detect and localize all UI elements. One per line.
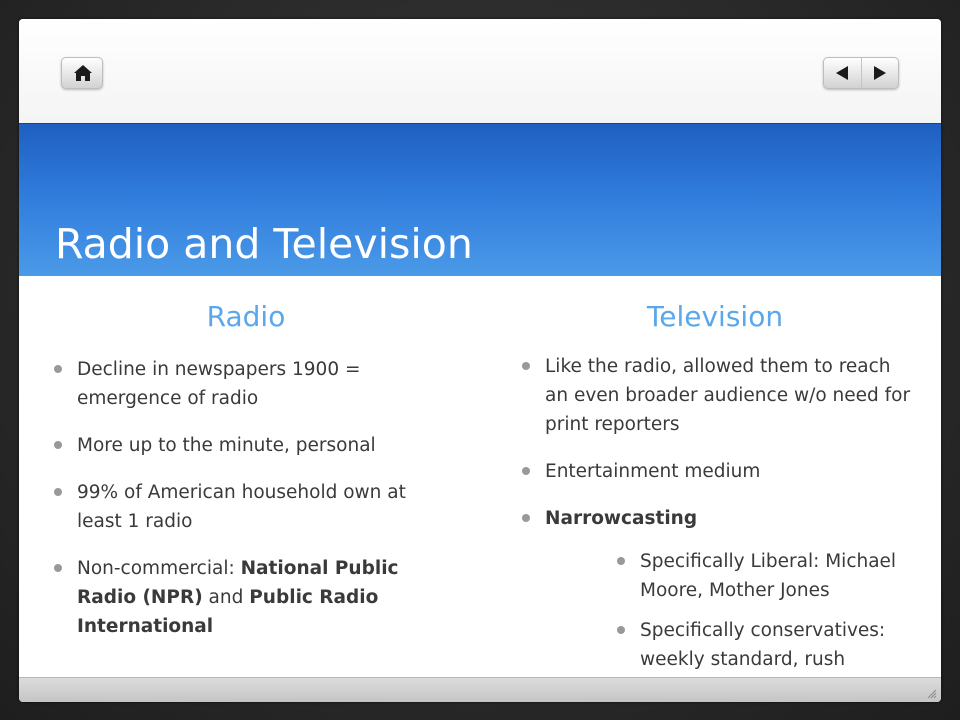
bottom-bar — [19, 677, 941, 702]
list-item: Entertainment medium — [521, 457, 911, 486]
slide: Radio and Television Radio Television De… — [19, 19, 941, 702]
list-item-text: Entertainment medium — [545, 461, 761, 482]
list-item: More up to the minute, personal — [53, 431, 425, 460]
list-item: Like the radio, allowed them to reach an… — [521, 352, 911, 439]
next-slide-button[interactable] — [860, 58, 899, 88]
previous-slide-button[interactable] — [824, 58, 861, 88]
list-item-text: More up to the minute, personal — [77, 435, 376, 456]
television-bullet-list: Like the radio, allowed them to reach an… — [521, 352, 911, 551]
list-item-text: 99% of American household own at least 1… — [77, 482, 406, 532]
list-item-mid: and — [202, 587, 250, 608]
arrow-left-icon — [836, 66, 848, 80]
navigation-arrows — [823, 57, 899, 89]
list-item-prefix: Non-commercial: — [77, 558, 241, 579]
title-band: Radio and Television — [19, 123, 941, 276]
list-item: Decline in newspapers 1900 = emergence o… — [53, 355, 425, 413]
sub-list-item-text: Specifically Liberal: Michael Moore, Mot… — [640, 551, 897, 601]
list-item-text: Like the radio, allowed them to reach an… — [545, 356, 911, 435]
list-item: Narrowcasting — [521, 504, 911, 533]
slide-title: Radio and Television — [55, 220, 473, 268]
list-item-bold: Narrowcasting — [545, 508, 698, 529]
list-item: Non-commercial: National Public Radio (N… — [53, 554, 425, 641]
arrow-right-icon — [873, 66, 886, 80]
radio-bullet-list: Decline in newspapers 1900 = emergence o… — [53, 355, 425, 659]
sub-list-item: Specifically Liberal: Michael Moore, Mot… — [616, 547, 916, 605]
top-toolbar — [19, 19, 941, 123]
television-heading: Television — [646, 300, 784, 333]
presentation-stage: Radio and Television Radio Television De… — [0, 0, 960, 720]
list-item: 99% of American household own at least 1… — [53, 478, 425, 536]
radio-heading: Radio — [206, 300, 286, 333]
home-button[interactable] — [61, 57, 103, 89]
list-item-text: Decline in newspapers 1900 = emergence o… — [77, 359, 361, 409]
home-icon — [74, 65, 92, 81]
resize-grip-icon[interactable] — [925, 687, 937, 699]
